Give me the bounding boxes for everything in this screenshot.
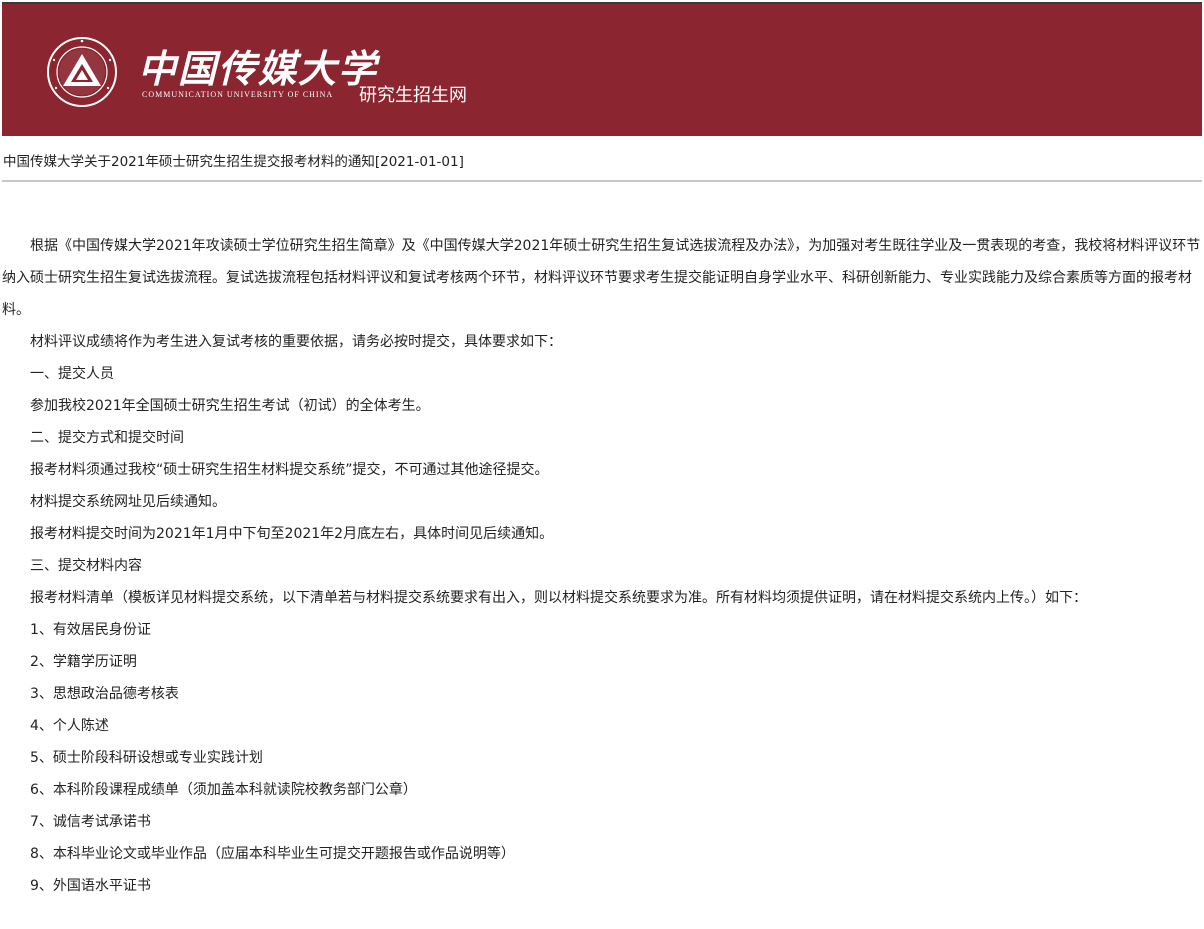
list-item: 3、思想政治品德考核表 (30, 686, 179, 702)
university-logotype: 中国传媒大学 (138, 46, 379, 91)
notice-title: 中国传媒大学关于2021年硕士研究生招生提交报考材料的通知[2021-01-01… (3, 154, 464, 170)
title-divider (2, 180, 1202, 182)
list-item: 6、本科阶段课程成绩单（须加盖本科就读院校教务部门公章） (30, 782, 417, 798)
page: 中国传媒大学 COMMUNICATION UNIVERSITY OF CHINA… (0, 0, 1204, 929)
paragraph-evaluation: 材料评议成绩将作为考生进入复试考核的重要依据，请务必按时提交，具体要求如下： (30, 334, 562, 350)
section-heading-materials: 三、提交材料内容 (30, 558, 142, 574)
section-heading-method-time: 二、提交方式和提交时间 (30, 430, 184, 446)
list-item: 7、诚信考试承诺书 (30, 814, 151, 830)
paragraph-materials-note: 报考材料清单（模板详见材料提交系统，以下清单若与材料提交系统要求有出入，则以材料… (30, 590, 1087, 606)
paragraph-submitters: 参加我校2021年全国硕士研究生招生考试（初试）的全体考生。 (30, 398, 430, 414)
paragraph-method: 报考材料须通过我校“硕士研究生招生材料提交系统”提交，不可通过其他途径提交。 (30, 462, 549, 478)
list-item: 8、本科毕业论文或毕业作品（应届本科毕业生可提交开题报告或作品说明等） (30, 846, 515, 862)
list-item: 9、外国语水平证书 (30, 878, 151, 894)
notice-body: 根据《中国传媒大学2021年攻读硕士学位研究生招生简章》及《中国传媒大学2021… (2, 230, 1202, 902)
list-item: 2、学籍学历证明 (30, 654, 137, 670)
paragraph-intro: 根据《中国传媒大学2021年攻读硕士学位研究生招生简章》及《中国传媒大学2021… (2, 238, 1201, 318)
section-heading-submitters: 一、提交人员 (30, 366, 114, 382)
list-item: 1、有效居民身份证 (30, 622, 151, 638)
list-item: 5、硕士阶段科研设想或专业实践计划 (30, 750, 263, 766)
paragraph-system-url: 材料提交系统网址见后续通知。 (30, 494, 226, 510)
site-name[interactable]: 研究生招生网 (359, 81, 467, 107)
site-header: 中国传媒大学 COMMUNICATION UNIVERSITY OF CHINA… (2, 2, 1202, 136)
list-item: 4、个人陈述 (30, 718, 109, 734)
university-english-name: COMMUNICATION UNIVERSITY OF CHINA (142, 90, 334, 99)
paragraph-time: 报考材料提交时间为2021年1月中下旬至2021年2月底左右，具体时间见后续通知… (30, 526, 554, 542)
university-seal-icon (47, 37, 117, 107)
